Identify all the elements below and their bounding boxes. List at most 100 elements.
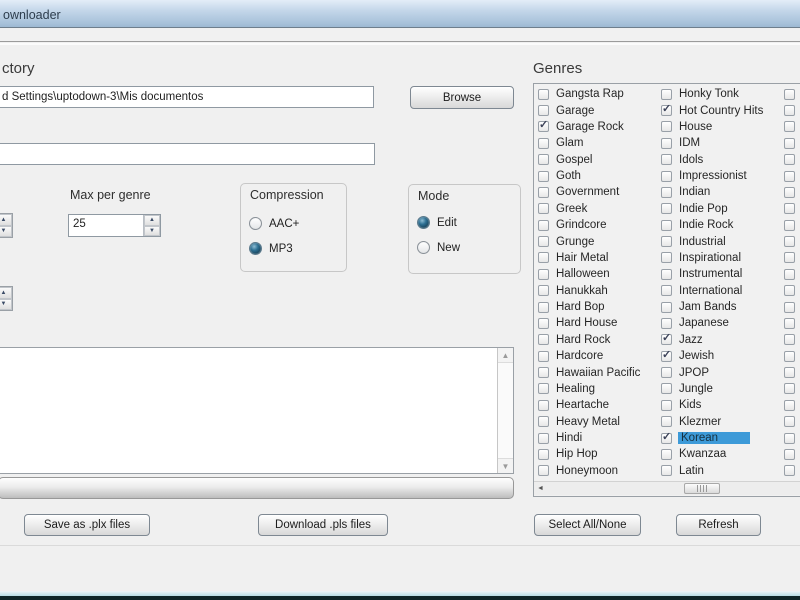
genre-checkbox[interactable] <box>784 137 795 149</box>
genre-item[interactable] <box>784 168 800 184</box>
genre-item-heartache[interactable]: Heartache <box>538 397 658 413</box>
genre-checkbox[interactable] <box>661 416 672 428</box>
genre-checkbox[interactable] <box>538 236 549 248</box>
genre-checkbox[interactable] <box>661 285 672 297</box>
genre-item[interactable] <box>784 381 800 397</box>
genre-checkbox[interactable] <box>538 186 549 198</box>
radio-option-new[interactable]: New <box>409 235 520 260</box>
genre-item-idm[interactable]: IDM <box>661 135 781 151</box>
genre-checkbox[interactable] <box>661 268 672 280</box>
genre-item-indian[interactable]: Indian <box>661 184 781 200</box>
genre-item-hanukkah[interactable]: Hanukkah <box>538 283 658 299</box>
genre-checkbox[interactable] <box>538 334 549 346</box>
genre-item-indie-rock[interactable]: Indie Rock <box>661 217 781 233</box>
genre-checkbox[interactable] <box>661 317 672 329</box>
radio-icon[interactable] <box>417 241 430 254</box>
genre-item-hard-bop[interactable]: Hard Bop <box>538 299 658 315</box>
genre-item-hindi[interactable]: Hindi <box>538 430 658 446</box>
genre-checkbox[interactable] <box>538 416 549 428</box>
genre-checkbox[interactable] <box>538 252 549 264</box>
genre-item-gospel[interactable]: Gospel <box>538 152 658 168</box>
genre-item-government[interactable]: Government <box>538 184 658 200</box>
genre-checkbox[interactable] <box>538 383 549 395</box>
genre-checkbox[interactable] <box>784 399 795 411</box>
genre-checkbox[interactable] <box>661 399 672 411</box>
genre-item[interactable] <box>784 266 800 282</box>
genre-checkbox[interactable] <box>784 252 795 264</box>
radio-option-edit[interactable]: Edit <box>409 210 520 235</box>
genre-checkbox[interactable] <box>538 203 549 215</box>
genre-item-latin[interactable]: Latin <box>661 463 781 479</box>
directory-input[interactable] <box>0 86 374 108</box>
genre-checkbox[interactable] <box>784 121 795 133</box>
browse-button[interactable]: Browse <box>410 86 514 109</box>
genre-item[interactable] <box>784 315 800 331</box>
genre-item-jungle[interactable]: Jungle <box>661 381 781 397</box>
genre-checkbox[interactable] <box>538 301 549 313</box>
horizontal-scrollbar[interactable]: ◄ <box>534 481 800 495</box>
genre-item-inspirational[interactable]: Inspirational <box>661 250 781 266</box>
genre-checkbox[interactable] <box>784 170 795 182</box>
genre-checkbox[interactable] <box>784 350 795 362</box>
genre-item-jazz[interactable]: ✓ Jazz <box>661 332 781 348</box>
genre-item[interactable] <box>784 446 800 462</box>
genre-checkbox[interactable] <box>784 236 795 248</box>
genres-listbox[interactable]: Gangsta Rap Garage ✓ Garage Rock Glam Gospel G… <box>533 83 800 497</box>
genre-checkbox[interactable] <box>784 301 795 313</box>
genre-item-hair-metal[interactable]: Hair Metal <box>538 250 658 266</box>
genre-checkbox[interactable] <box>538 105 549 117</box>
genre-checkbox[interactable] <box>661 383 672 395</box>
genre-item-hard-rock[interactable]: Hard Rock <box>538 332 658 348</box>
genre-item-garage-rock[interactable]: ✓ Garage Rock <box>538 119 658 135</box>
genre-checkbox[interactable] <box>538 137 549 149</box>
genre-checkbox[interactable] <box>538 448 549 460</box>
playlist-textarea[interactable] <box>0 347 514 474</box>
genre-checkbox[interactable] <box>661 448 672 460</box>
scrollbar-thumb[interactable] <box>684 483 720 494</box>
genre-checkbox[interactable] <box>784 203 795 215</box>
radio-icon[interactable] <box>249 217 262 230</box>
refresh-button[interactable]: Refresh <box>676 514 761 536</box>
genre-checkbox[interactable] <box>784 88 795 100</box>
scroll-down-icon[interactable]: ▼ <box>498 458 513 473</box>
genre-item-kids[interactable]: Kids <box>661 397 781 413</box>
genre-checkbox[interactable] <box>538 88 549 100</box>
genre-checkbox[interactable] <box>661 301 672 313</box>
genre-checkbox[interactable] <box>784 465 795 477</box>
genre-checkbox[interactable] <box>661 186 672 198</box>
genre-item-heavy-metal[interactable]: Heavy Metal <box>538 414 658 430</box>
genre-checkbox[interactable] <box>661 367 672 379</box>
genre-item[interactable] <box>784 414 800 430</box>
genre-item[interactable] <box>784 283 800 299</box>
radio-icon[interactable] <box>417 216 430 229</box>
spin-up-icon[interactable]: ▲ <box>0 214 12 226</box>
genre-checkbox[interactable] <box>661 154 672 166</box>
select-all-none-button[interactable]: Select All/None <box>534 514 641 536</box>
genre-item-jam-bands[interactable]: Jam Bands <box>661 299 781 315</box>
radio-option-mp3[interactable]: MP3 <box>241 236 346 261</box>
genre-item[interactable] <box>784 233 800 249</box>
genre-item-honky-tonk[interactable]: Honky Tonk <box>661 86 781 102</box>
genre-item-kwanzaa[interactable]: Kwanzaa <box>661 446 781 462</box>
genre-item[interactable] <box>784 463 800 479</box>
genre-checkbox[interactable] <box>661 203 672 215</box>
genre-checkbox[interactable]: ✓ <box>661 103 672 117</box>
cutoff-spinner-2[interactable]: ▲ ▼ <box>0 286 13 311</box>
genre-item-grindcore[interactable]: Grindcore <box>538 217 658 233</box>
genre-checkbox[interactable] <box>784 334 795 346</box>
genre-checkbox[interactable] <box>538 317 549 329</box>
genre-item[interactable] <box>784 201 800 217</box>
genre-checkbox[interactable]: ✓ <box>661 332 672 346</box>
genre-item[interactable] <box>784 86 800 102</box>
genre-item-international[interactable]: International <box>661 283 781 299</box>
genre-checkbox[interactable] <box>661 219 672 231</box>
spin-down-icon[interactable]: ▼ <box>0 225 12 237</box>
genre-checkbox[interactable] <box>661 137 672 149</box>
scroll-up-icon[interactable]: ▲ <box>498 348 513 363</box>
genre-item-jewish[interactable]: ✓ Jewish <box>661 348 781 364</box>
genre-item-japanese[interactable]: Japanese <box>661 315 781 331</box>
genre-checkbox[interactable] <box>538 268 549 280</box>
genre-item-korean[interactable]: ✓ Korean <box>661 430 781 446</box>
genre-checkbox[interactable]: ✓ <box>538 119 549 133</box>
genre-item-jpop[interactable]: JPOP <box>661 364 781 380</box>
